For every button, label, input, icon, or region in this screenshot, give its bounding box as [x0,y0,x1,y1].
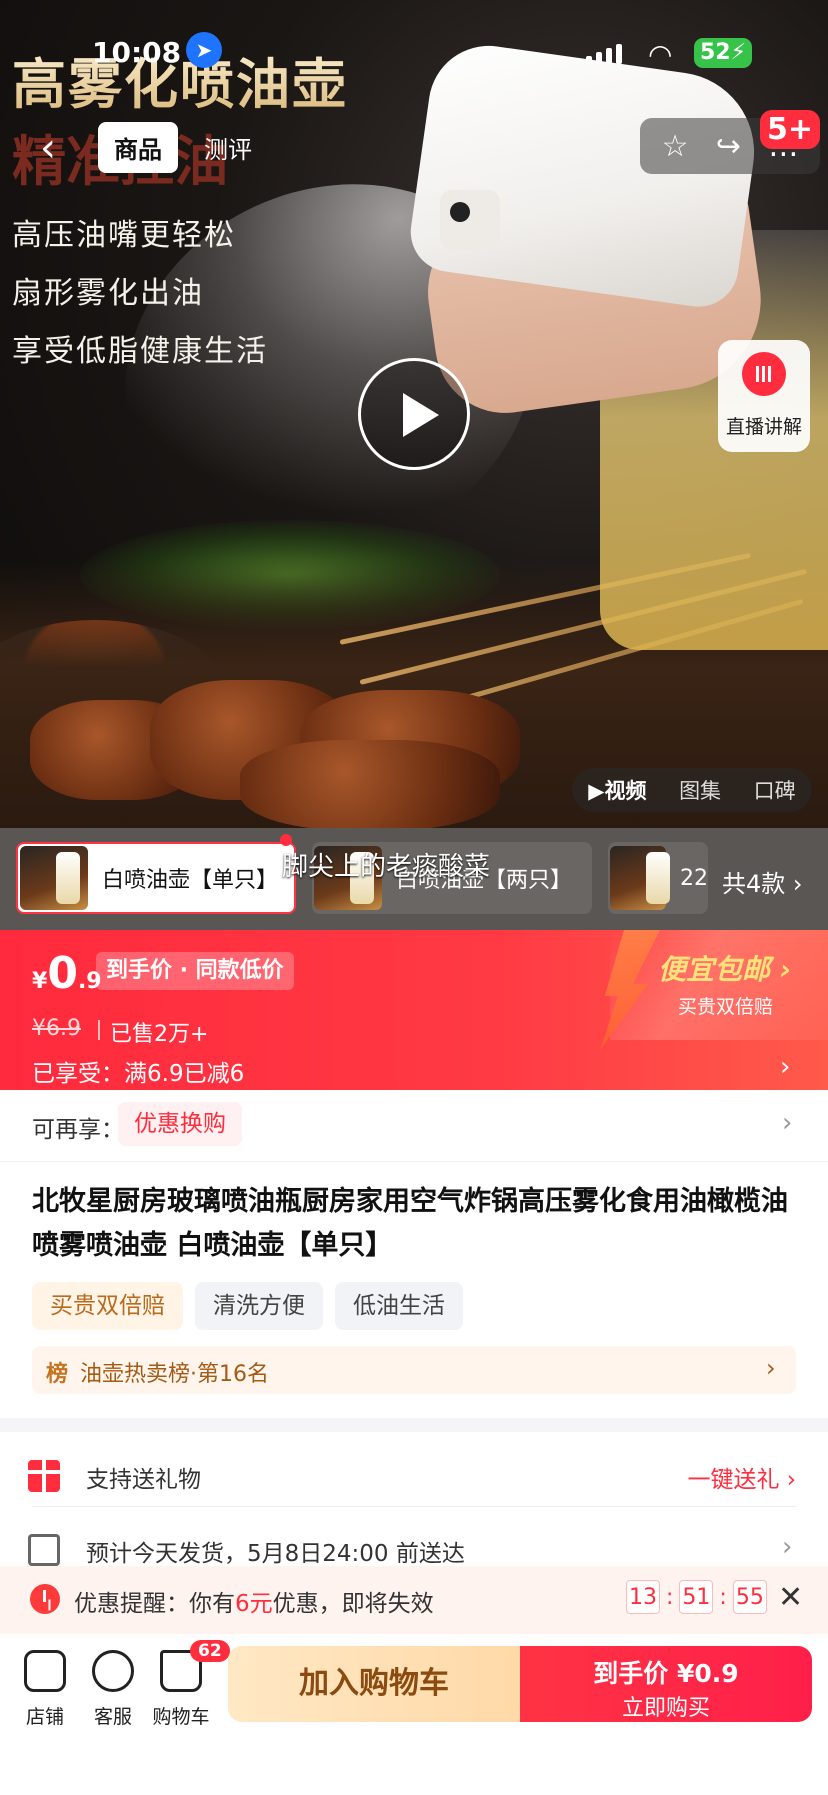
location-arrow-icon: ➤ [186,32,222,68]
free-shipping-title[interactable]: 便宜包邮 › [658,948,791,988]
chevron-right-icon[interactable]: › [780,1052,790,1082]
countdown-minutes: 51 [679,1580,714,1614]
variant-label: 白喷油壶【单只】 [102,868,279,893]
countdown-timer: 13 : 51 : 55 [626,1580,767,1614]
variant-count[interactable]: 共4款 › [722,864,803,899]
reminder-text: 优惠提醒：你有6元优惠，即将失效 [74,1591,434,1617]
promo-line: 扇形雾化出油 [12,276,204,311]
rank-icon: 榜 [46,1362,69,1387]
add-to-cart-button[interactable]: 加入购物车 [228,1646,520,1722]
feature-chip[interactable]: 买贵双倍赔 [32,1282,183,1330]
share-icon[interactable]: ↪ [716,129,741,164]
promo-line: 享受低脂健康生活 [12,334,268,369]
media-tab-reviews[interactable]: 口碑 [754,775,796,805]
free-shipping-subtitle: 买贵双倍赔 [678,996,774,1018]
tab-review[interactable]: 测评 [188,122,268,173]
buy-label: 立即购买 [621,1696,710,1721]
redeem-label: 可再享： [32,1117,124,1143]
floating-comment: 脚尖上的老痰酸菜 [282,852,491,882]
shop-label: 店铺 [25,1706,64,1728]
rank-text: 油壶热卖榜·第16名 [80,1362,269,1387]
divider [32,1506,796,1507]
store-icon [24,1650,66,1692]
delivery-text: 预计今天发货，5月8日24:00 前送达 [86,1541,465,1567]
service-label: 客服 [93,1706,132,1728]
variant-item[interactable]: 白喷油壶【单只】 [16,842,296,914]
variant-thumbnail [610,846,670,910]
tab-product[interactable]: 商品 [98,122,178,173]
battery-icon: 52⚡ [694,38,752,68]
feature-chip[interactable]: 低油生活 [335,1282,463,1330]
clock-icon [30,1584,60,1614]
redeem-row[interactable]: 可再享： 优惠换购 › [0,1090,828,1162]
close-icon[interactable]: ✕ [778,1580,803,1615]
shop-button[interactable]: 店铺 [10,1650,80,1729]
buy-price: 到手价 ¥0.9 [593,1659,739,1688]
countdown-hours: 13 [626,1580,660,1614]
variant-thumbnail [20,846,88,910]
gift-row[interactable]: 支持送礼物 一键送礼 › [0,1440,828,1512]
star-icon[interactable]: ☆ [662,129,689,164]
price-banner: ¥ 0 .9 到手价 · 同款低价 ¥6.9 已售2万+ 已享受：满6.9已减6… [0,930,828,1090]
truck-icon [28,1534,60,1566]
redeem-tag[interactable]: 优惠换购 [118,1102,242,1146]
send-gift-link[interactable]: 一键送礼 › [687,1460,796,1494]
price-tag-badge: 到手价 · 同款低价 [96,952,294,990]
nav-action-group: ☆ ↪ … 5+ [640,110,820,174]
variant-item[interactable]: 22 [608,842,708,914]
countdown-seconds: 55 [732,1580,767,1614]
discount-reminder: 优惠提醒：你有6元优惠，即将失效 13 : 51 : 55 ✕ [0,1566,828,1634]
live-explain-button[interactable]: 直播讲解 [718,340,810,452]
discount-applied[interactable]: 已享受：满6.9已减6 [32,1054,244,1088]
media-tabs: ▶视频 图集 口碑 [572,768,812,812]
bottom-action-bar: 店铺 客服 62 购物车 加入购物车 到手价 ¥0.9 立即购买 [0,1634,828,1795]
media-tab-gallery[interactable]: 图集 [679,775,721,805]
gift-text: 支持送礼物 [86,1467,201,1493]
feature-chip[interactable]: 清洗方便 [195,1282,323,1330]
play-video-button[interactable] [358,358,470,470]
message-badge: 5+ [759,110,820,149]
status-time: 10:08 [92,36,182,69]
buy-now-button[interactable]: 到手价 ¥0.9 立即购买 [520,1646,812,1722]
chevron-right-icon[interactable]: › [782,1108,792,1138]
cart-label: 购物车 [152,1706,210,1728]
nozzle-image [440,190,500,250]
cart-badge: 62 [190,1640,230,1662]
live-icon [742,352,786,396]
chevron-right-icon[interactable]: › [766,1354,776,1382]
cart-button[interactable]: 62 购物车 [146,1640,230,1729]
top-navigation: ‹ 商品 测评 ☆ ↪ … 5+ [0,110,828,182]
wifi-icon: ◠ [648,38,673,71]
media-tab-video[interactable]: ▶视频 [588,775,646,805]
feature-chips: 买贵双倍赔 清洗方便 低油生活 [32,1282,463,1330]
ranking-row[interactable]: 榜 油壶热卖榜·第16名 › [32,1346,796,1394]
product-title: 北牧星厨房玻璃喷油瓶厨房家用空气炸锅高压雾化食用油橄榄油喷雾喷油壶 白喷油壶【单… [32,1186,788,1261]
signal-icon [586,44,622,64]
divider [98,1020,100,1040]
nav-tabs: 商品 测评 [98,122,268,173]
variant-label: 22 [680,865,708,891]
gift-icon [28,1460,60,1492]
live-dot [280,834,292,846]
chevron-right-icon[interactable]: › [782,1532,792,1562]
chat-icon [92,1650,134,1692]
back-icon[interactable]: ‹ [24,126,72,174]
section-divider [0,1418,828,1432]
customer-service-button[interactable]: 客服 [78,1650,148,1729]
product-hero-image[interactable]: 高雾化喷油壶 精准控油 高压油嘴更轻松 扇形雾化出油 享受低脂健康生活 10:0… [0,0,828,828]
original-price: ¥6.9 [32,1016,81,1041]
meat-image [240,740,500,828]
live-label: 直播讲解 [725,416,802,438]
sold-count: 已售2万+ [110,1022,209,1047]
promo-line: 高压油嘴更轻松 [12,218,236,253]
price: ¥ 0 .9 [32,948,102,999]
status-bar: 10:08 ➤ ◠ 52⚡ [0,30,828,80]
promo-text-block: 高雾化喷油壶 精准控油 高压油嘴更轻松 扇形雾化出油 享受低脂健康生活 [12,40,348,370]
